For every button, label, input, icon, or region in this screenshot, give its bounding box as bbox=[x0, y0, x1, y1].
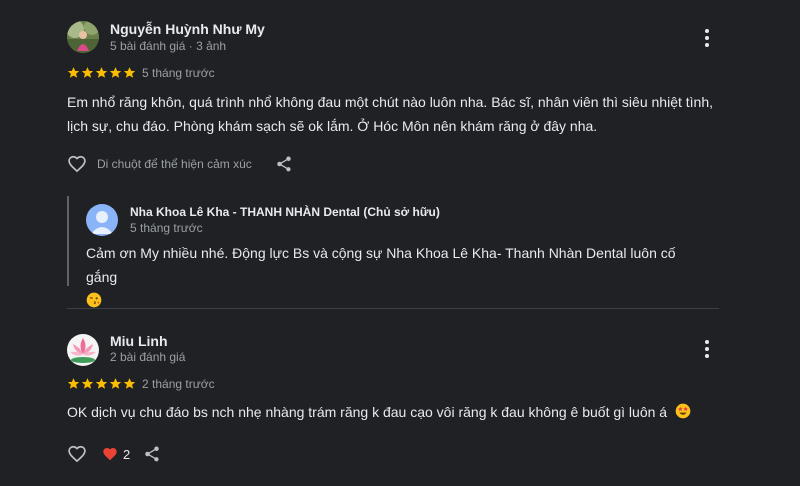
reviewer-meta: 2 bài đánh giá bbox=[110, 350, 186, 364]
heart-filled-icon bbox=[103, 448, 117, 461]
share-icon bbox=[277, 156, 291, 172]
review-text-line: lịch sự, chu đáo. Phòng khám sạch sẽ ok … bbox=[67, 118, 598, 134]
reaction-count: 2 bbox=[123, 446, 131, 462]
review-text: OK dịch vụ chu đáo bs nch nhẹ nhàng trám… bbox=[67, 400, 747, 424]
owner-name[interactable]: Nha Khoa Lê Kha - THANH NHÀN Dental (Chủ… bbox=[130, 205, 440, 219]
more-vert-icon bbox=[705, 29, 709, 33]
reviewer-name[interactable]: Nguyễn Huỳnh Như My bbox=[110, 21, 265, 37]
star-icon bbox=[81, 378, 94, 389]
share-button[interactable] bbox=[142, 444, 162, 464]
star-icon bbox=[95, 67, 108, 78]
review-text-line: Em nhổ răng khôn, quá trình nhổ không đa… bbox=[67, 94, 713, 110]
reaction-hint: Di chuột để thể hiện cảm xúc bbox=[97, 157, 252, 171]
star-rating bbox=[67, 66, 136, 79]
reviewer-meta: 5 bài đánh giá · 3 ảnh bbox=[110, 39, 227, 53]
lotus-avatar bbox=[67, 334, 99, 366]
review-actions: 2 bbox=[66, 443, 162, 465]
star-struck-emoji bbox=[675, 403, 691, 419]
star-rating bbox=[67, 377, 136, 390]
star-icon bbox=[123, 378, 136, 389]
star-icon bbox=[123, 67, 136, 78]
share-button[interactable] bbox=[274, 154, 294, 174]
more-options-button[interactable] bbox=[695, 26, 719, 50]
review-divider bbox=[67, 308, 719, 309]
reviewer-name[interactable]: Miu Linh bbox=[110, 333, 168, 349]
review-actions: Di chuột để thể hiện cảm xúc bbox=[66, 153, 294, 175]
review-time: 5 tháng trước bbox=[142, 66, 215, 80]
star-icon bbox=[81, 67, 94, 78]
reply-time: 5 tháng trước bbox=[130, 221, 203, 235]
wink-kiss-emoji bbox=[86, 292, 102, 308]
star-icon bbox=[67, 378, 80, 389]
like-button[interactable] bbox=[66, 153, 88, 175]
owner-avatar-icon[interactable] bbox=[86, 204, 118, 236]
owner-reply: Nha Khoa Lê Kha - THANH NHÀN Dental (Chủ… bbox=[67, 196, 707, 308]
share-icon bbox=[145, 446, 159, 462]
heart-outline-icon bbox=[68, 155, 86, 173]
more-vert-icon bbox=[705, 340, 709, 344]
reviews-panel: Nguyễn Huỳnh Như My 5 bài đánh giá · 3 ả… bbox=[0, 0, 800, 486]
review-text-line: OK dịch vụ chu đáo bs nch nhẹ nhàng trám… bbox=[67, 404, 668, 420]
reply-text-content: Cảm ơn My nhiều nhé. Động lực Bs và cộng… bbox=[86, 245, 676, 285]
review-time: 2 tháng trước bbox=[142, 377, 215, 391]
reviewer-avatar[interactable] bbox=[67, 21, 99, 53]
reviewer-avatar[interactable] bbox=[67, 334, 99, 366]
star-icon bbox=[95, 378, 108, 389]
heart-outline-icon bbox=[68, 445, 86, 463]
star-icon bbox=[109, 67, 122, 78]
reaction-summary[interactable]: 2 bbox=[102, 446, 130, 462]
star-icon bbox=[109, 378, 122, 389]
star-icon bbox=[67, 67, 80, 78]
like-button[interactable] bbox=[66, 443, 88, 465]
reply-text: Cảm ơn My nhiều nhé. Động lực Bs và cộng… bbox=[86, 241, 706, 313]
review-text: Em nhổ răng khôn, quá trình nhổ không đa… bbox=[67, 90, 747, 138]
review-card: Miu Linh 2 bài đánh giá 2 tháng trước OK… bbox=[0, 320, 800, 486]
more-options-button[interactable] bbox=[695, 337, 719, 361]
